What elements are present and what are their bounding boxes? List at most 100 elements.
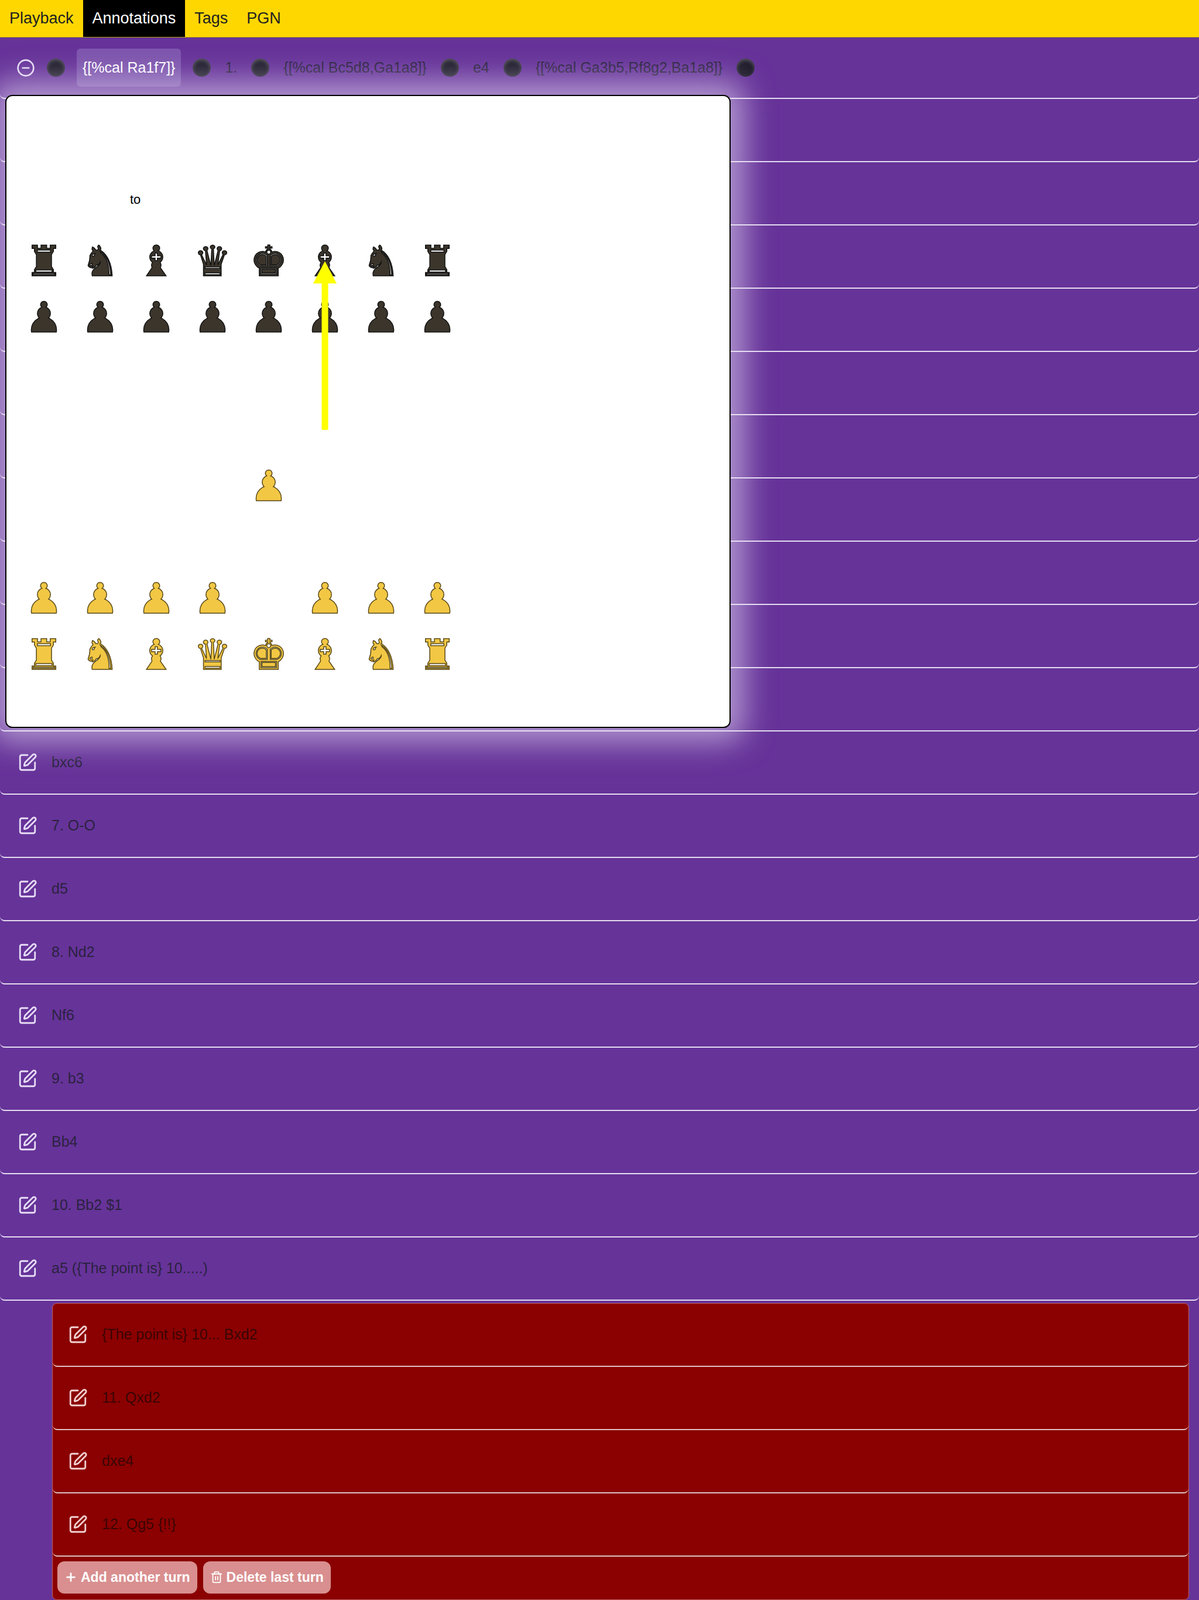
insert-dot[interactable] (251, 58, 270, 77)
edit-icon[interactable] (17, 878, 38, 899)
edit-icon[interactable] (17, 1005, 38, 1026)
insert-dot[interactable] (192, 58, 211, 77)
insert-dot[interactable] (46, 58, 65, 77)
board-square[interactable] (184, 457, 241, 515)
board-square[interactable] (184, 345, 241, 402)
move-row: Bb4 (0, 1110, 1199, 1174)
edit-icon[interactable] (17, 1131, 38, 1152)
nav-tab[interactable]: Playback (0, 0, 84, 37)
board-square[interactable]: ♟ (15, 289, 73, 346)
board-square[interactable]: ♟ (72, 570, 129, 627)
board-square[interactable]: ♟ (240, 289, 297, 346)
board-square[interactable]: ♟ (15, 570, 73, 627)
move-text: 9. b3 (51, 1067, 85, 1090)
token[interactable]: {[%cal Bc5d8,Ga1a8]} (281, 56, 430, 80)
insert-dot[interactable] (736, 58, 755, 77)
board-square[interactable]: ♟ (409, 289, 466, 346)
board-square[interactable] (128, 345, 185, 402)
board-rank: ♜♞♝♛♚♝♞♜ (15, 233, 466, 290)
move-text: bxc6 (51, 751, 83, 774)
board-square[interactable]: ♛ (184, 233, 241, 290)
insert-dot[interactable] (503, 58, 522, 77)
board-square[interactable] (409, 345, 466, 402)
board-square[interactable]: ♝ (128, 233, 185, 290)
board-square[interactable]: ♜ (409, 233, 466, 290)
board-square[interactable]: ♟ (72, 289, 129, 346)
board-square[interactable]: ♝ (128, 626, 185, 683)
board-square[interactable] (296, 514, 354, 571)
board-square[interactable] (353, 345, 410, 402)
board-square[interactable] (128, 457, 185, 515)
board-square[interactable] (128, 514, 185, 571)
board-square[interactable] (184, 401, 241, 458)
board-square[interactable]: ♟ (409, 570, 466, 627)
board-square[interactable]: ♞ (353, 626, 410, 683)
board-square[interactable]: ♞ (72, 233, 129, 290)
board-square[interactable] (15, 345, 73, 402)
popup-label: to (129, 189, 730, 211)
board-square[interactable] (409, 514, 466, 571)
token[interactable]: {[%cal Ra1f7]} (76, 48, 181, 88)
board-square[interactable] (353, 401, 410, 458)
board-square[interactable] (15, 514, 73, 571)
board-square[interactable]: ♛ (184, 626, 241, 683)
edit-icon[interactable] (17, 1068, 38, 1089)
board-square[interactable] (353, 514, 410, 571)
board-square[interactable] (15, 457, 73, 515)
board-square[interactable]: ♚ (240, 233, 297, 290)
board-square[interactable] (128, 401, 185, 458)
variation-row: {The point is} 10... Bxd2 (52, 1303, 1189, 1367)
board-square[interactable]: ♟ (128, 570, 185, 627)
collapse-icon[interactable] (16, 58, 36, 78)
board-square[interactable]: ♜ (15, 626, 73, 683)
board-square[interactable]: ♟ (128, 289, 185, 346)
app: PlaybackAnnotationsTagsPGN {[%cal Ra1f7]}… (0, 0, 1199, 1600)
board-square[interactable]: ♜ (409, 626, 466, 683)
edit-icon[interactable] (17, 815, 38, 836)
edit-icon[interactable] (67, 1450, 88, 1471)
board-square[interactable] (72, 514, 129, 571)
nav-tab[interactable]: Annotations (83, 0, 186, 37)
board-square[interactable]: ♟ (184, 570, 241, 627)
insert-dot[interactable] (440, 58, 459, 77)
token[interactable]: 1. (222, 56, 240, 80)
token[interactable]: {[%cal Ga3b5,Rf8g2,Ba1a8]} (533, 56, 726, 80)
board-square[interactable] (240, 514, 297, 571)
edit-icon[interactable] (17, 1258, 38, 1279)
board-square[interactable]: ♞ (72, 626, 129, 683)
move-row: bxc6 (0, 731, 1199, 795)
edit-icon[interactable] (17, 752, 38, 773)
board-square[interactable] (240, 345, 297, 402)
delete-turn-button[interactable]: Delete last turn (203, 1560, 331, 1594)
board-square[interactable]: ♟ (184, 289, 241, 346)
board-square[interactable] (15, 401, 73, 458)
edit-icon[interactable] (67, 1513, 88, 1534)
board-square[interactable] (409, 401, 466, 458)
board-square[interactable] (240, 401, 297, 458)
board-square[interactable]: ♟ (296, 570, 354, 627)
board-square[interactable]: ♟ (353, 570, 410, 627)
board-square[interactable] (353, 457, 410, 515)
board-square[interactable]: ♝ (296, 626, 354, 683)
board-square[interactable]: ♜ (15, 233, 73, 290)
board-square[interactable] (409, 457, 466, 515)
nav-tab[interactable]: Tags (185, 0, 238, 37)
board-square[interactable] (296, 457, 354, 515)
board-square[interactable] (72, 401, 129, 458)
board-square[interactable]: ♟ (240, 457, 297, 515)
edit-icon[interactable] (67, 1324, 88, 1345)
board-square[interactable]: ♟ (353, 289, 410, 346)
board-square[interactable] (72, 345, 129, 402)
board-square[interactable]: ♞ (353, 233, 410, 290)
board-square[interactable] (240, 570, 297, 627)
edit-icon[interactable] (17, 941, 38, 962)
add-turn-button[interactable]: Add another turn (57, 1560, 198, 1594)
edit-icon[interactable] (17, 1194, 38, 1215)
edit-icon[interactable] (67, 1387, 88, 1408)
board-square[interactable] (184, 514, 241, 571)
token[interactable]: e4 (470, 56, 492, 80)
board-square[interactable] (72, 457, 129, 515)
board-square[interactable]: ♚ (240, 626, 297, 683)
nav-tab[interactable]: PGN (237, 0, 291, 37)
board-rank: ♜♞♝♛♚♝♞♜ (15, 626, 466, 683)
